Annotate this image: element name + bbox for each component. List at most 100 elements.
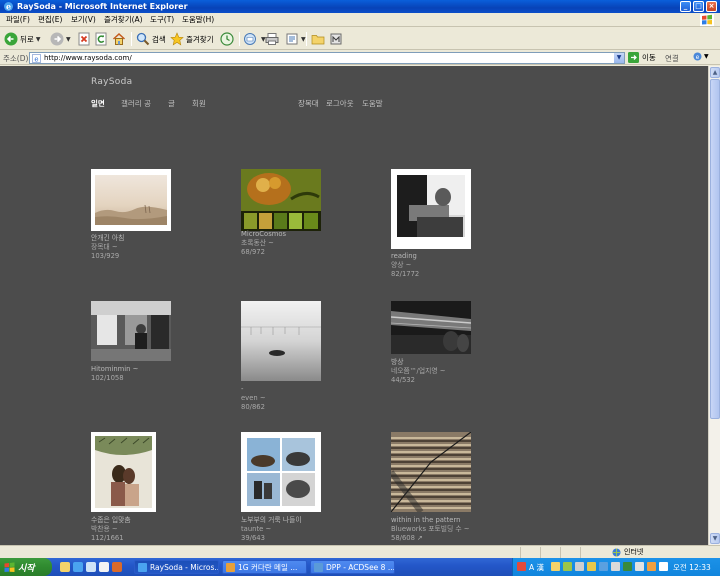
chevron-down-icon[interactable]: ▼ — [704, 53, 709, 60]
folder-button[interactable] — [311, 31, 325, 47]
quicklaunch-mail-icon[interactable] — [86, 562, 96, 572]
tray-app-icon[interactable] — [587, 562, 596, 571]
security-zone[interactable]: 인터넷 — [612, 547, 643, 557]
edit-button[interactable]: ▼ — [285, 31, 306, 47]
chevron-down-icon[interactable]: ▼ — [614, 53, 624, 63]
photo-thumbnail[interactable] — [391, 169, 471, 249]
quicklaunch-app-icon[interactable] — [112, 562, 122, 572]
tray-app-icon[interactable] — [563, 562, 572, 571]
photo-stats: 44/532 — [391, 376, 415, 384]
tray-app-icon[interactable] — [647, 562, 656, 571]
svg-text:e: e — [6, 2, 11, 12]
menu-tools[interactable]: 도구(T) — [150, 15, 174, 25]
stop-button[interactable] — [78, 31, 91, 47]
status-segment — [580, 547, 608, 558]
quicklaunch-folder-icon[interactable] — [60, 562, 70, 572]
photo-thumbnail[interactable] — [391, 432, 471, 512]
photo-thumbnail[interactable] — [241, 301, 321, 381]
photo-stats: 80/862 — [241, 403, 265, 411]
photo-thumbnail[interactable] — [241, 432, 321, 512]
photo-thumbnail[interactable] — [241, 169, 321, 231]
tray-app-icon[interactable] — [623, 562, 632, 571]
home-button[interactable] — [112, 31, 126, 47]
nav-logout[interactable]: 로그아웃 — [326, 98, 354, 109]
tray-app-icon[interactable] — [551, 562, 560, 571]
nav-members[interactable]: 회원 — [192, 98, 206, 109]
nav-home[interactable]: 일면 — [91, 98, 105, 109]
photo-thumbnail[interactable] — [391, 301, 471, 354]
menu-edit[interactable]: 편집(E) — [38, 15, 62, 25]
stop-icon — [78, 32, 90, 46]
go-button[interactable]: 이동 — [628, 52, 656, 63]
svg-text:e: e — [34, 56, 38, 64]
print-button[interactable] — [265, 31, 279, 47]
nav-posts[interactable]: 글 — [168, 98, 175, 109]
address-input[interactable]: e http://www.raysoda.com/ ▼ — [29, 52, 625, 64]
chevron-down-icon[interactable]: ▼ — [301, 36, 306, 43]
back-label: 뒤로 — [20, 34, 34, 44]
close-button[interactable]: × — [706, 1, 717, 12]
menu-view[interactable]: 보기(V) — [71, 15, 96, 25]
chevron-down-icon[interactable]: ▼ — [66, 36, 71, 43]
ime-indicator[interactable]: A 漢 — [529, 562, 544, 573]
folder-icon — [311, 35, 325, 45]
start-button[interactable]: 시작 — [0, 558, 52, 576]
tray-app-icon[interactable] — [635, 562, 644, 571]
links-label[interactable]: 연결 — [665, 53, 679, 64]
tray-app-icon[interactable] — [575, 562, 584, 571]
status-segment — [520, 547, 540, 558]
forward-button[interactable]: ▼ — [50, 31, 71, 47]
vertical-scrollbar[interactable]: ▲ ▼ — [708, 66, 720, 545]
search-icon — [136, 32, 150, 46]
nav-help[interactable]: 도움말 — [362, 98, 383, 109]
address-url[interactable]: http://www.raysoda.com/ — [44, 53, 132, 63]
refresh-button[interactable] — [95, 31, 108, 47]
chevron-down-icon[interactable]: ▼ — [36, 36, 41, 43]
back-button[interactable]: 뒤로 ▼ — [4, 31, 40, 47]
nav-gallery[interactable]: 갤러리 공 — [121, 98, 151, 109]
go-arrow-icon — [628, 52, 639, 63]
photo-thumbnail[interactable] — [91, 432, 156, 512]
menu-bar: 파일(F) 편집(E) 보기(V) 즐겨찾기(A) 도구(T) 도움말(H) — [0, 13, 720, 27]
quicklaunch-media-icon[interactable] — [99, 562, 109, 572]
scrollbar-thumb[interactable] — [710, 79, 720, 419]
history-button[interactable] — [220, 31, 234, 47]
links-icon: e — [693, 52, 702, 61]
favorites-button[interactable]: 즐겨찾기 — [170, 31, 214, 47]
window-titlebar[interactable]: e RaySoda - Microsoft Internet Explorer … — [0, 0, 720, 13]
tray-app-icon[interactable] — [611, 562, 620, 571]
tray-flag-icon[interactable] — [517, 562, 526, 571]
menu-favorites[interactable]: 즐겨찾기(A) — [104, 15, 143, 25]
messenger-button[interactable] — [329, 31, 343, 47]
task-dpp[interactable]: DPP - ACDSee 8 ... — [310, 560, 395, 574]
task-raysoda[interactable]: RaySoda - Micros... — [134, 560, 219, 574]
task-mail[interactable]: 1G 커다란 메일 ... — [222, 560, 307, 574]
site-logo[interactable]: RaySoda — [91, 77, 132, 87]
minimize-button[interactable]: _ — [680, 1, 691, 12]
search-label: 검색 — [152, 34, 166, 44]
standard-toolbar: 뒤로 ▼ ▼ 검색 즐겨찾기 ▼ ▼ — [0, 28, 720, 50]
printer-icon — [265, 33, 279, 45]
volume-icon[interactable] — [659, 562, 668, 571]
search-button[interactable]: 검색 — [136, 31, 166, 47]
ie-page-icon: e — [32, 54, 41, 63]
photo-thumbnail[interactable] — [91, 301, 171, 361]
photo-image — [91, 301, 171, 361]
go-label: 이동 — [642, 53, 656, 62]
scroll-down-icon[interactable]: ▼ — [710, 533, 720, 544]
tray-app-icon[interactable] — [599, 562, 608, 571]
photo-stats: 82/1772 — [391, 270, 420, 278]
photo-stats: 68/972 — [241, 248, 265, 256]
scroll-up-icon[interactable]: ▲ — [710, 67, 720, 78]
menu-help[interactable]: 도움말(H) — [182, 15, 214, 25]
quicklaunch-ie-icon[interactable] — [73, 562, 83, 572]
maximize-button[interactable]: □ — [693, 1, 704, 12]
photo-image — [397, 175, 465, 237]
links-dropdown-button[interactable]: e ▼ — [693, 52, 709, 61]
menu-file[interactable]: 파일(F) — [6, 15, 30, 25]
nav-user[interactable]: 장목대 — [298, 98, 319, 109]
clock[interactable]: 오전 12:33 — [673, 562, 711, 573]
mail-button[interactable]: ▼ — [244, 31, 266, 47]
photo-stats: 39/643 — [241, 534, 265, 542]
photo-thumbnail[interactable] — [91, 169, 171, 231]
